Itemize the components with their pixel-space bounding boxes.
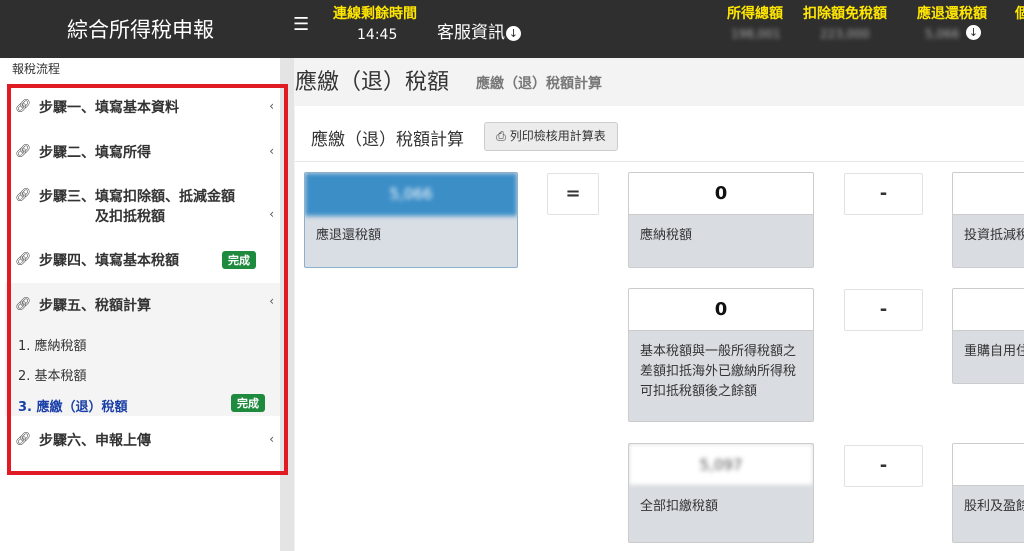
app-title: 綜合所得稅申報: [67, 18, 214, 42]
tax-payable-desc: 應納稅額: [640, 228, 693, 243]
minus-sign: -: [844, 445, 923, 487]
link-icon: 🔗︎: [15, 144, 32, 159]
investment-credit-desc: 投資抵減稅: [964, 228, 1024, 243]
withholding-tax-card: 5,097 全部扣繳稅額: [628, 443, 814, 543]
top-bar: 綜合所得稅申報 ☰ 連線剩餘時間 14:45 客服資訊 ↓ 所得總額 198,00…: [0, 0, 1024, 58]
refund-result-value: 5,066: [305, 173, 517, 216]
sidebar-step-4[interactable]: 🔗︎ 步驟四、填寫基本稅額 完成: [5, 251, 280, 271]
home-repurchase-value: [953, 289, 1024, 331]
investment-credit-card: 投資抵減稅: [952, 172, 1024, 268]
basic-tax-difference-value: 0: [629, 289, 813, 331]
sidebar-step-2[interactable]: 🔗︎ 步驟二、填寫所得 ‹: [5, 143, 280, 163]
sidebar-heading: 報稅流程: [12, 62, 61, 76]
home-repurchase-desc: 重購自用住: [964, 344, 1024, 359]
dividend-credit-desc: 股利及盈餘: [964, 499, 1024, 514]
sidebar-step-label: 步驟四、填寫基本稅額: [39, 253, 179, 269]
tax-payable-card: 0 應納稅額: [628, 172, 814, 268]
sub-item-tax-payable[interactable]: 1. 應納稅額: [18, 335, 87, 354]
chevron-left-icon: ‹: [269, 207, 274, 221]
sidebar-scrollbar[interactable]: [280, 58, 294, 551]
stat-total-income-value: 198,001: [731, 27, 781, 41]
home-repurchase-card: 重購自用住: [952, 288, 1024, 384]
sidebar-step-label: 步驟六、申報上傳: [39, 433, 151, 449]
stat-total-income-label: 所得總額: [727, 6, 783, 22]
stat-cut-off-label: 個: [1015, 6, 1024, 22]
link-icon: 🔗︎: [15, 297, 32, 312]
complete-badge: 完成: [222, 251, 256, 269]
stat-refund-label: 應退還稅額: [917, 6, 987, 22]
session-timer-label: 連線剩餘時間: [333, 6, 417, 22]
refund-result-card: 5,066 應退還稅額: [304, 172, 518, 268]
print-button-label: 列印檢核用計算表: [509, 129, 606, 143]
service-info-link[interactable]: 客服資訊 ↓: [437, 18, 521, 43]
print-button[interactable]: ⎙ 列印檢核用計算表: [484, 122, 618, 151]
link-icon: 🔗︎: [15, 432, 32, 447]
hamburger-icon[interactable]: ☰: [293, 14, 309, 35]
sidebar-step-label: 步驟二、填寫所得: [39, 145, 151, 161]
chevron-down-icon: ‹: [269, 294, 274, 308]
equals-sign: =: [547, 173, 599, 215]
sidebar-step-label: 步驟一、填寫基本資料: [39, 100, 179, 116]
link-icon: 🔗︎: [15, 99, 32, 114]
withholding-tax-value: 5,097: [629, 444, 813, 486]
dividend-credit-card: 股利及盈餘: [952, 443, 1024, 543]
stat-deductions-label: 扣除額免稅額: [803, 6, 887, 22]
minus-sign: -: [844, 173, 923, 215]
session-timer-value: 14:45: [357, 27, 398, 43]
sub-item-basic-tax[interactable]: 2. 基本稅額: [18, 365, 87, 384]
link-icon: 🔗︎: [15, 188, 32, 203]
basic-tax-difference-card: 0 基本稅額與一般所得稅額之差額扣抵海外已繳納所得稅可扣抵稅額後之餘額: [628, 288, 814, 422]
panel-title: 應繳（退）稅額計算: [311, 130, 464, 150]
sidebar-step-label-line1: 步驟三、填寫扣除額、抵減金額: [39, 189, 235, 205]
investment-credit-value: [953, 173, 1024, 215]
sidebar-step-label-line2: 及扣抵稅額: [95, 209, 165, 225]
chevron-left-icon: ‹: [269, 99, 274, 113]
sub-item-payable-refund[interactable]: 3. 應繳（退）稅額: [18, 396, 128, 415]
page-title: 應繳（退）稅額: [295, 70, 450, 95]
stat-deductions-value: 223,000: [820, 27, 870, 41]
chevron-left-icon: ‹: [269, 432, 274, 446]
tax-payable-value: 0: [629, 173, 813, 215]
service-info-label: 客服資訊: [437, 23, 505, 43]
sidebar-step-6[interactable]: 🔗︎ 步驟六、申報上傳 ‹: [5, 431, 280, 451]
page-subtitle: 應繳（退）稅額計算: [476, 76, 602, 92]
refund-result-desc: 應退還稅額: [316, 228, 382, 243]
complete-badge: 完成: [231, 394, 265, 412]
sidebar-step-3[interactable]: 🔗︎ 步驟三、填寫扣除額、抵減金額 及扣抵稅額 ‹: [5, 187, 280, 229]
dividend-credit-value: [953, 444, 1024, 486]
basic-tax-difference-desc: 基本稅額與一般所得稅額之差額扣抵海外已繳納所得稅可扣抵稅額後之餘額: [640, 344, 797, 399]
chevron-left-icon: ‹: [269, 144, 274, 158]
arrow-down-circle-icon[interactable]: ↓: [966, 25, 981, 40]
printer-icon: ⎙: [496, 129, 510, 143]
minus-sign: -: [844, 289, 923, 331]
link-icon: 🔗︎: [15, 252, 32, 267]
arrow-down-circle-icon: ↓: [506, 26, 521, 41]
sidebar-step-5[interactable]: 🔗︎ 步驟五、稅額計算 ‹: [5, 294, 280, 316]
sidebar-step-label: 步驟五、稅額計算: [39, 298, 151, 314]
withholding-tax-desc: 全部扣繳稅額: [640, 499, 719, 514]
panel-divider: [295, 161, 1024, 162]
stat-refund-value: 5,066: [925, 27, 960, 41]
sidebar-step-1[interactable]: 🔗︎ 步驟一、填寫基本資料 ‹: [5, 98, 280, 118]
